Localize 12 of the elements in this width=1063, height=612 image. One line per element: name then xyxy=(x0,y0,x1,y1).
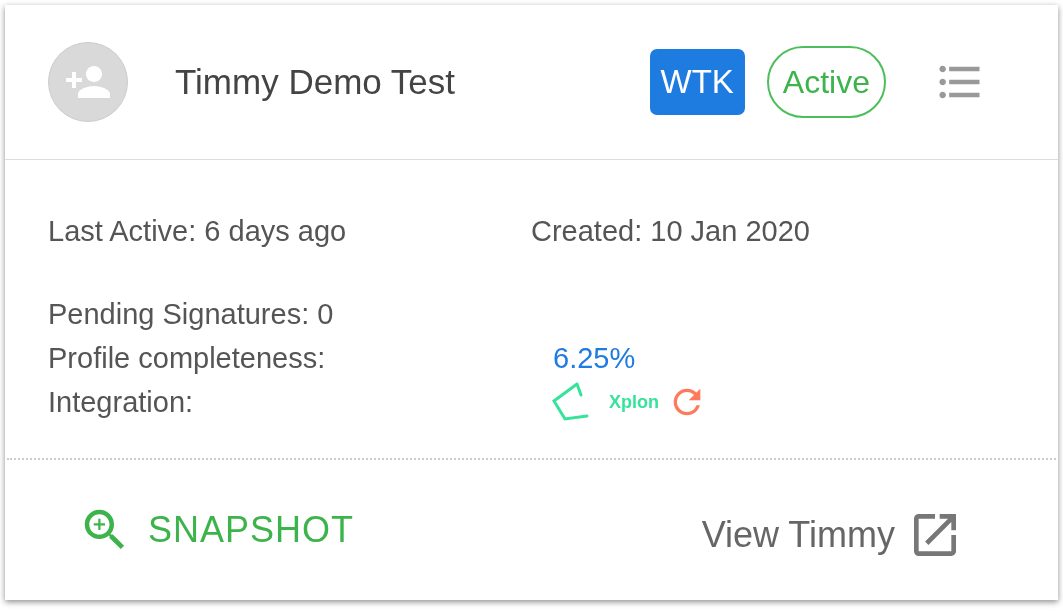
pending-signatures-text: Pending Signatures: 0 xyxy=(48,296,334,332)
profile-name: Timmy Demo Test xyxy=(175,60,456,103)
completeness-label: Profile completeness: xyxy=(48,340,327,376)
created-text: Created: 10 Jan 2020 xyxy=(531,214,810,249)
completeness-value: 6.25% xyxy=(553,340,636,376)
view-timmy-link[interactable]: View Timmy xyxy=(701,507,963,563)
pentagon-icon xyxy=(551,380,591,423)
integration-label: Integration: xyxy=(48,384,195,420)
xplon-logo: Xplon xyxy=(609,390,659,414)
last-active-text: Last Active: 6 days ago xyxy=(48,214,348,249)
wtk-tag: WTK xyxy=(649,49,745,115)
status-pill: Active xyxy=(766,46,886,118)
